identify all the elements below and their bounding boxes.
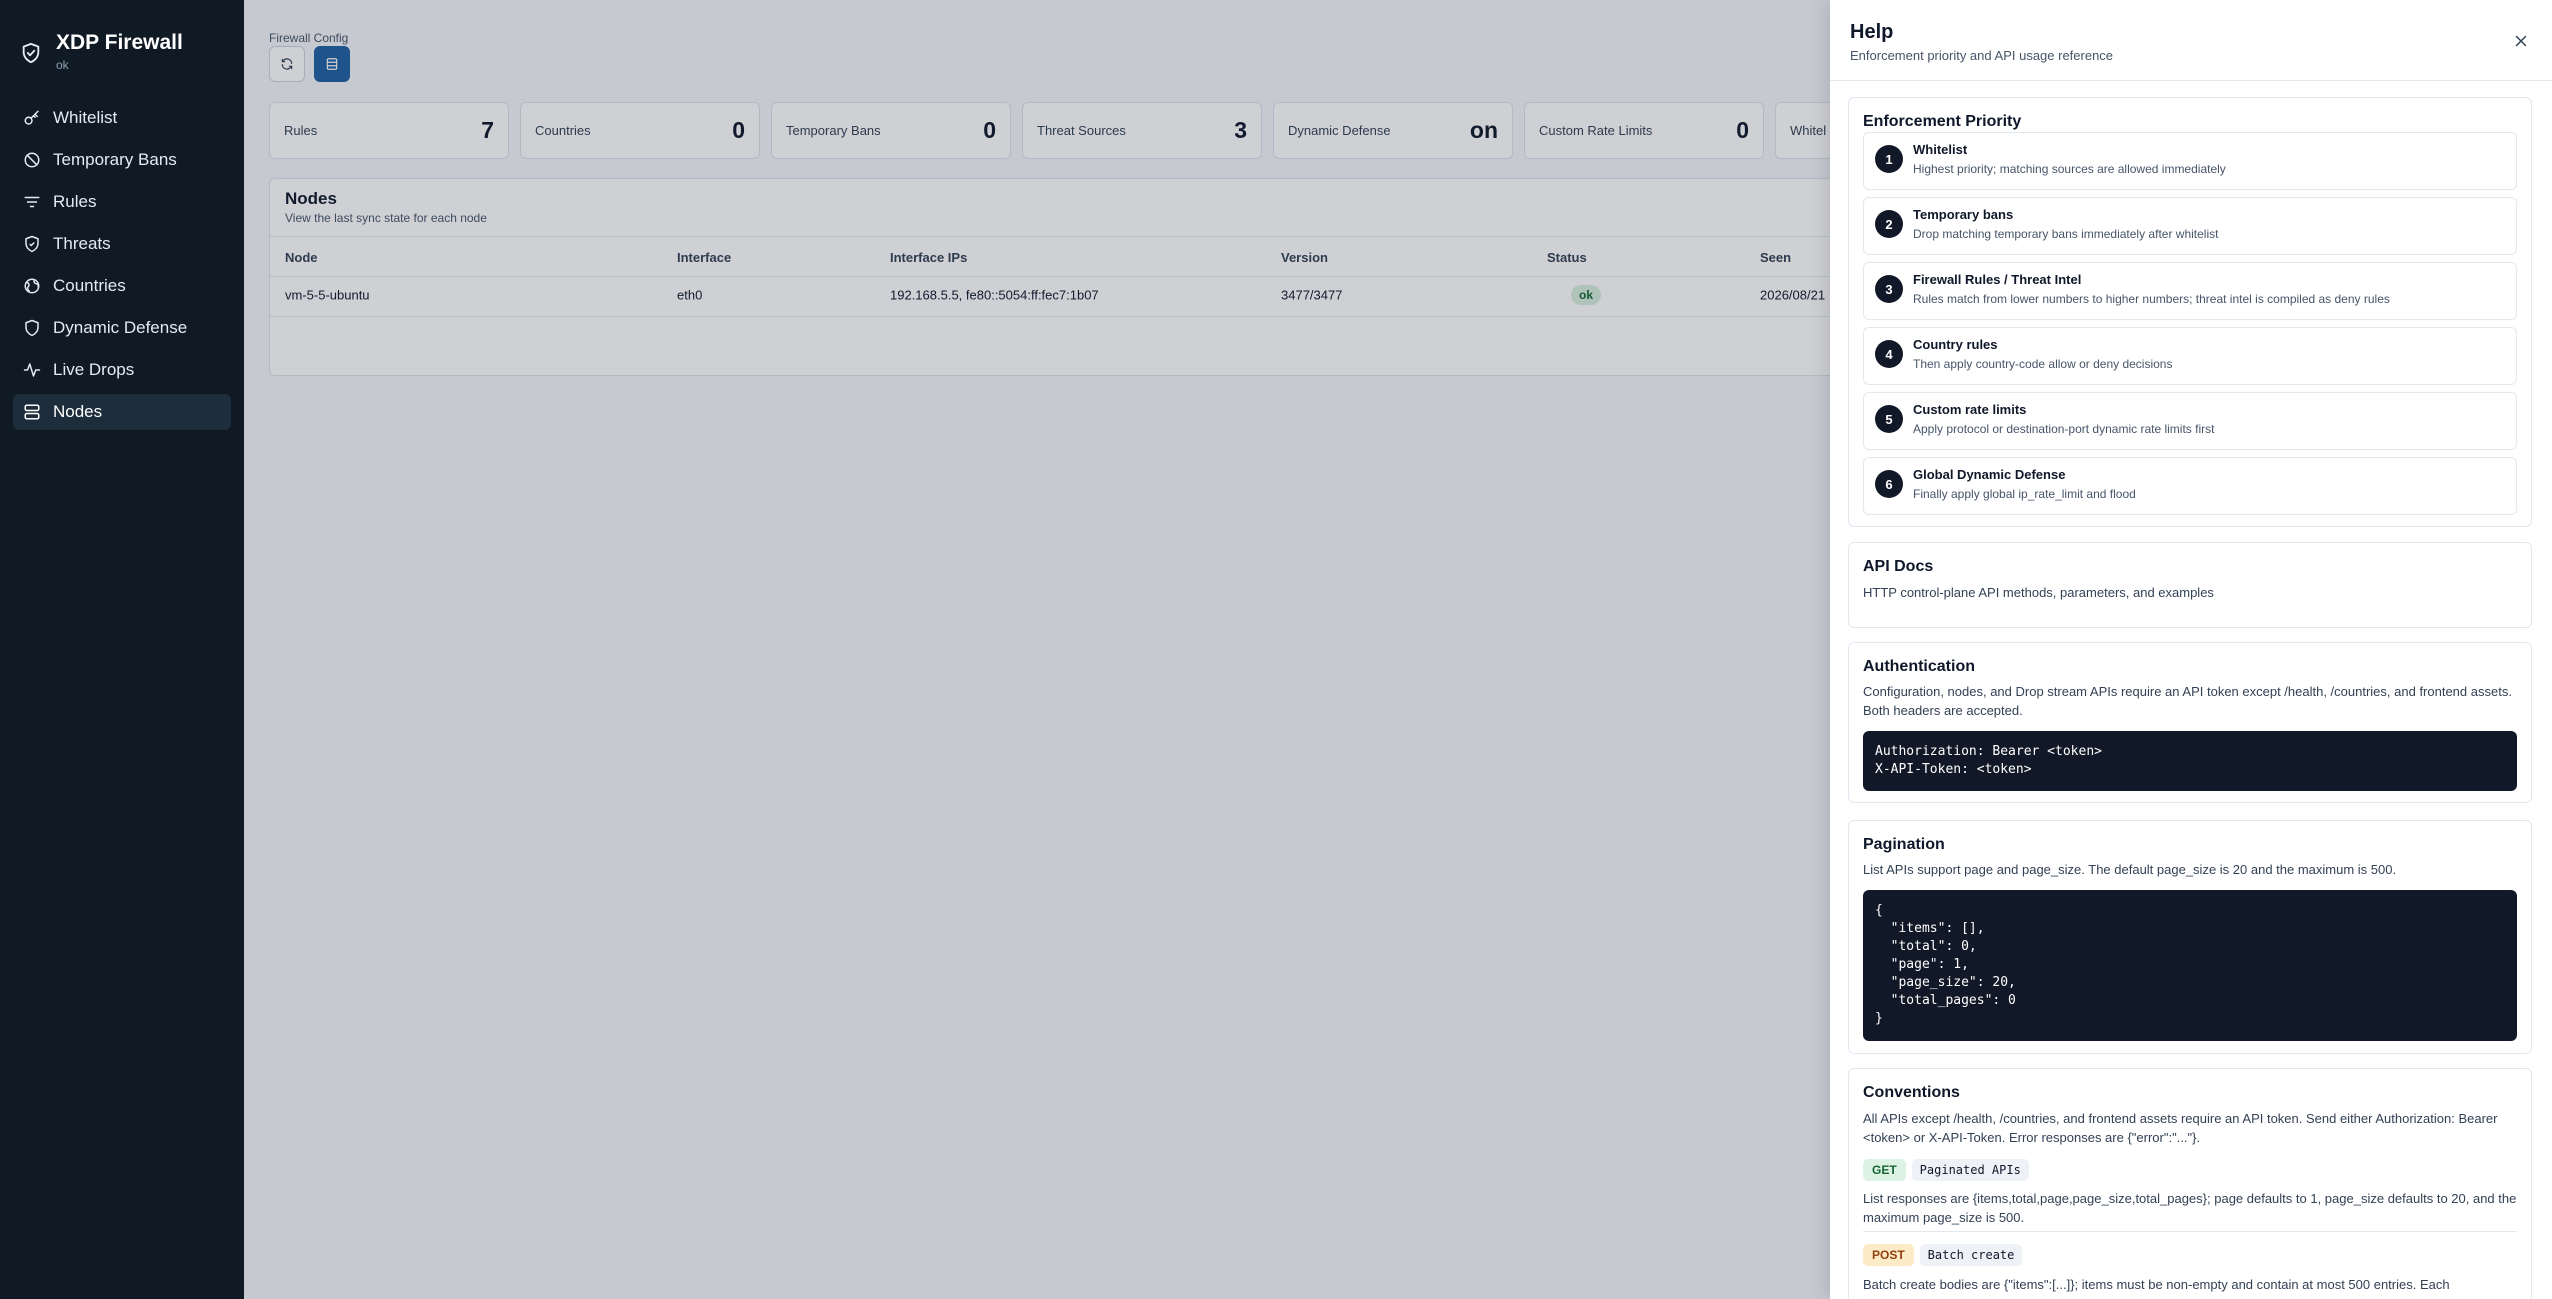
sidebar-item-live-drops[interactable]: Live Drops: [13, 352, 231, 388]
priority-desc: Drop matching temporary bans immediately…: [1913, 227, 2219, 241]
sidebar-item-label: Threats: [53, 234, 111, 253]
priority-item: 6 Global Dynamic Defense Finally apply g…: [1863, 457, 2517, 515]
priority-item: 5 Custom rate limits Apply protocol or d…: [1863, 392, 2517, 450]
close-icon[interactable]: [2512, 32, 2530, 50]
sidebar-item-nodes[interactable]: Nodes: [13, 394, 231, 430]
section-title: Enforcement Priority: [1863, 113, 2022, 130]
priority-desc: Apply protocol or destination-port dynam…: [1913, 422, 2215, 436]
priority-number: 4: [1875, 340, 1903, 368]
priority-item: 1 Whitelist Highest priority; matching s…: [1863, 132, 2517, 190]
api-desc: Batch create bodies are {"items":[...]};…: [1863, 1277, 2450, 1292]
code-block: { "items": [], "total": 0, "page": 1, "p…: [1863, 890, 2517, 1041]
endpoint-label: Paginated APIs: [1911, 1159, 2029, 1181]
priority-title: Firewall Rules / Threat Intel: [1913, 272, 2082, 287]
sidebar-nav: Whitelist Temporary Bans Rules Threats C…: [0, 100, 244, 430]
priority-item: 2 Temporary bans Drop matching temporary…: [1863, 197, 2517, 255]
pagination-section: Pagination List APIs support page and pa…: [1848, 820, 2532, 1054]
api-desc: List responses are {items,total,page,pag…: [1863, 1191, 2517, 1225]
sidebar-item-label: Whitelist: [53, 108, 118, 127]
sidebar-item-label: Dynamic Defense: [53, 318, 188, 337]
conventions-section: Conventions All APIs except /health, /co…: [1848, 1068, 2532, 1299]
section-desc: Configuration, nodes, and Drop stream AP…: [1863, 684, 2512, 718]
method-badge-post: POST: [1863, 1244, 1914, 1266]
divider: [1863, 1231, 2517, 1232]
section-desc: HTTP control-plane API methods, paramete…: [1863, 585, 2214, 600]
priority-number: 2: [1875, 210, 1903, 238]
priority-number: 3: [1875, 275, 1903, 303]
sidebar-item-countries[interactable]: Countries: [13, 268, 231, 304]
priority-title: Whitelist: [1913, 142, 1968, 157]
sidebar: XDP Firewall ok Whitelist Temporary Bans…: [0, 0, 244, 1299]
server-icon: [24, 404, 40, 420]
authentication-section: Authentication Configuration, nodes, and…: [1848, 642, 2532, 803]
shield-icon: [25, 319, 39, 337]
sidebar-item-label: Nodes: [53, 402, 103, 421]
section-desc: List APIs support page and page_size. Th…: [1863, 862, 2397, 877]
priority-number: 1: [1875, 145, 1903, 173]
priority-desc: Highest priority; matching sources are a…: [1913, 162, 2226, 176]
app-title: XDP Firewall: [56, 31, 183, 54]
brand: XDP Firewall ok: [0, 0, 244, 100]
section-title: Conventions: [1863, 1084, 1960, 1101]
help-panel: Help Enforcement priority and API usage …: [1830, 0, 2552, 1299]
method-badge-get: GET: [1863, 1159, 1906, 1181]
priority-title: Temporary bans: [1913, 207, 2014, 222]
app-status: ok: [56, 58, 69, 72]
api-row-post: POST Batch create: [1863, 1244, 2023, 1266]
section-title: Authentication: [1863, 658, 1975, 675]
api-docs-section: API Docs HTTP control-plane API methods,…: [1848, 542, 2532, 628]
priority-title: Custom rate limits: [1913, 402, 2027, 417]
shield-icon: [25, 235, 39, 253]
modal-backdrop[interactable]: [244, 0, 1830, 1299]
priority-item: 4 Country rules Then apply country-code …: [1863, 327, 2517, 385]
sidebar-item-label: Live Drops: [53, 360, 135, 379]
sidebar-item-whitelist[interactable]: Whitelist: [13, 100, 231, 136]
help-title: Help: [1850, 21, 1894, 43]
help-header: Help Enforcement priority and API usage …: [1830, 0, 2552, 81]
activity-icon: [23, 363, 41, 377]
endpoint-label: Batch create: [1919, 1244, 2023, 1266]
enforcement-priority-section: Enforcement Priority 1 Whitelist Highest…: [1848, 97, 2532, 527]
code-block: Authorization: Bearer <token> X-API-Toke…: [1863, 731, 2517, 791]
priority-desc: Then apply country-code allow or deny de…: [1913, 357, 2173, 371]
ban-icon: [24, 152, 40, 168]
priority-desc: Rules match from lower numbers to higher…: [1913, 292, 2390, 306]
priority-title: Country rules: [1913, 337, 1998, 352]
sidebar-item-label: Rules: [53, 192, 97, 211]
priority-number: 6: [1875, 470, 1903, 498]
priority-title: Global Dynamic Defense: [1913, 467, 2066, 482]
filter-icon: [24, 196, 40, 208]
section-title: Pagination: [1863, 836, 1945, 853]
help-subtitle: Enforcement priority and API usage refer…: [1850, 48, 2114, 63]
sidebar-item-temporary-bans[interactable]: Temporary Bans: [13, 142, 231, 178]
sidebar-item-label: Temporary Bans: [53, 150, 177, 169]
priority-number: 5: [1875, 405, 1903, 433]
sidebar-item-threats[interactable]: Threats: [13, 226, 231, 262]
priority-item: 3 Firewall Rules / Threat Intel Rules ma…: [1863, 262, 2517, 320]
api-row-get: GET Paginated APIs: [1863, 1159, 2029, 1181]
key-icon: [24, 110, 39, 125]
shield-check-icon: [22, 42, 40, 64]
section-title: API Docs: [1863, 558, 1934, 575]
priority-desc: Finally apply global ip_rate_limit and f…: [1913, 487, 2136, 501]
section-desc: All APIs except /health, /countries, and…: [1863, 1111, 2498, 1145]
sidebar-item-dynamic-defense[interactable]: Dynamic Defense: [13, 310, 231, 346]
sidebar-item-rules[interactable]: Rules: [13, 184, 231, 220]
globe-icon: [24, 278, 40, 294]
sidebar-item-label: Countries: [53, 276, 126, 295]
